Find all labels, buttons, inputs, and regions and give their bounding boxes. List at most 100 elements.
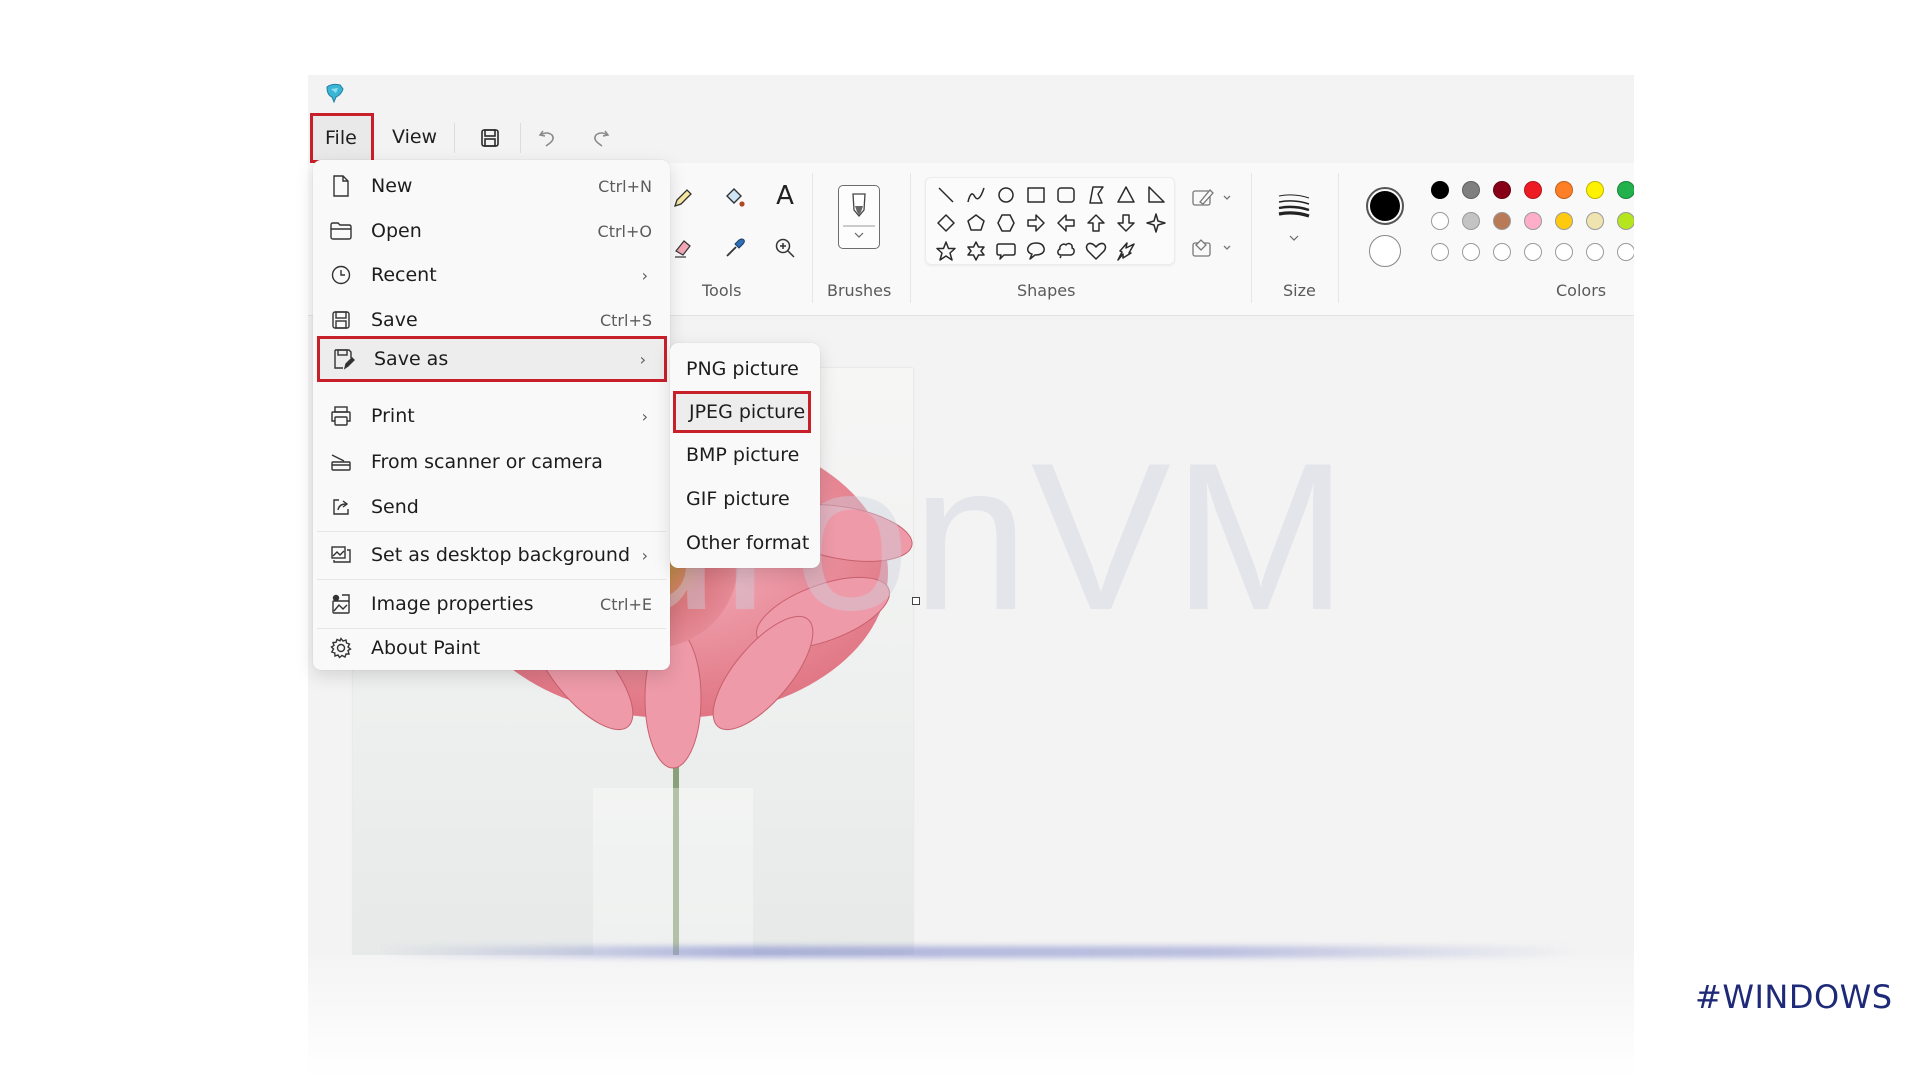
four-point-star-shape-icon[interactable] xyxy=(1144,211,1168,235)
menu-item-label: Image properties xyxy=(371,593,534,615)
eraser-icon[interactable] xyxy=(668,233,698,263)
file-menu-button[interactable]: File xyxy=(310,113,374,163)
color-swatch[interactable] xyxy=(1586,212,1604,230)
color-swatch[interactable] xyxy=(1431,181,1449,199)
size-dropdown-chevron-icon[interactable] xyxy=(1279,223,1309,253)
polygon-shape-icon[interactable] xyxy=(1084,183,1108,207)
rectangle-shape-icon[interactable] xyxy=(1024,183,1048,207)
right-arrow-shape-icon[interactable] xyxy=(1024,211,1048,235)
brushes-button[interactable] xyxy=(838,185,880,249)
brushes-group-label: Brushes xyxy=(827,281,892,300)
text-icon[interactable]: A xyxy=(770,181,800,211)
color-swatch[interactable] xyxy=(1617,243,1634,261)
save-icon[interactable] xyxy=(474,122,506,154)
color-swatch[interactable] xyxy=(1462,181,1480,199)
lightning-shape-icon[interactable] xyxy=(1114,239,1138,263)
rounded-rectangle-shape-icon[interactable] xyxy=(1054,183,1078,207)
fill-shape-icon[interactable] xyxy=(1190,233,1234,263)
secondary-color-button[interactable] xyxy=(1369,235,1401,267)
cloud-callout-shape-icon[interactable] xyxy=(1054,239,1078,263)
share-icon xyxy=(329,495,353,519)
redo-icon[interactable] xyxy=(584,122,616,154)
heart-shape-icon[interactable] xyxy=(1084,239,1108,263)
color-swatch[interactable] xyxy=(1524,212,1542,230)
menu-item-send[interactable]: Send xyxy=(317,487,666,527)
color-swatch[interactable] xyxy=(1586,181,1604,199)
menu-item-label: Recent xyxy=(371,264,437,286)
view-menu-button[interactable]: View xyxy=(380,115,449,159)
color-swatch[interactable] xyxy=(1555,212,1573,230)
group-divider xyxy=(1251,173,1252,303)
five-point-star-shape-icon[interactable] xyxy=(934,239,958,263)
menu-item-image-properties[interactable]: Image properties Ctrl+E xyxy=(317,584,666,624)
line-shape-icon[interactable] xyxy=(934,183,958,207)
size-icon[interactable] xyxy=(1274,191,1314,221)
fill-icon[interactable] xyxy=(720,183,750,213)
submenu-item-jpeg[interactable]: JPEG picture xyxy=(673,391,811,433)
menu-separator xyxy=(317,531,666,532)
color-swatch[interactable] xyxy=(1462,212,1480,230)
rounded-callout-shape-icon[interactable] xyxy=(994,239,1018,263)
submenu-item-other-format[interactable]: Other format xyxy=(686,523,809,563)
color-swatch[interactable] xyxy=(1586,243,1604,261)
submenu-item-gif[interactable]: GIF picture xyxy=(686,479,790,519)
up-arrow-shape-icon[interactable] xyxy=(1084,211,1108,235)
file-menu-label: File xyxy=(325,127,357,149)
magnifier-icon[interactable] xyxy=(770,233,800,263)
color-swatch[interactable] xyxy=(1555,243,1573,261)
oval-shape-icon[interactable] xyxy=(994,183,1018,207)
color-swatch[interactable] xyxy=(1431,212,1449,230)
oval-callout-shape-icon[interactable] xyxy=(1024,239,1048,263)
color-swatch[interactable] xyxy=(1493,181,1511,199)
group-divider xyxy=(812,173,813,303)
undo-icon[interactable] xyxy=(532,122,564,154)
pencil-icon[interactable] xyxy=(668,183,698,213)
menu-item-save[interactable]: Save Ctrl+S xyxy=(317,300,666,340)
curve-shape-icon[interactable] xyxy=(964,183,988,207)
hexagon-shape-icon[interactable] xyxy=(994,211,1018,235)
color-swatch[interactable] xyxy=(1493,243,1511,261)
color-swatch[interactable] xyxy=(1617,212,1634,230)
color-swatch[interactable] xyxy=(1555,181,1573,199)
color-swatch[interactable] xyxy=(1462,243,1480,261)
pentagon-shape-icon[interactable] xyxy=(964,211,988,235)
save-as-submenu: PNG picture JPEG picture BMP picture GIF… xyxy=(670,343,820,568)
menu-item-label: Open xyxy=(371,220,422,242)
menu-item-recent[interactable]: Recent › xyxy=(317,255,666,295)
group-divider xyxy=(1338,173,1339,303)
menu-item-print[interactable]: Print › xyxy=(317,396,666,436)
file-menu: New Ctrl+N Open Ctrl+O Recent › Save Ctr… xyxy=(313,160,670,670)
desktop-background-icon xyxy=(329,543,353,567)
color-picker-icon[interactable] xyxy=(720,233,750,263)
chevron-right-icon: › xyxy=(641,406,648,426)
printer-icon xyxy=(329,404,353,428)
menu-item-set-desktop-background[interactable]: Set as desktop background › xyxy=(317,535,666,575)
color-swatch[interactable] xyxy=(1431,243,1449,261)
menu-item-open[interactable]: Open Ctrl+O xyxy=(317,211,666,251)
canvas-resize-handle[interactable] xyxy=(912,597,920,605)
color-swatch[interactable] xyxy=(1617,181,1634,199)
left-arrow-shape-icon[interactable] xyxy=(1054,211,1078,235)
six-point-star-shape-icon[interactable] xyxy=(964,239,988,263)
submenu-item-bmp[interactable]: BMP picture xyxy=(686,435,799,475)
menu-item-shortcut: Ctrl+O xyxy=(597,221,652,241)
down-arrow-shape-icon[interactable] xyxy=(1114,211,1138,235)
color-swatch[interactable] xyxy=(1524,243,1542,261)
diamond-shape-icon[interactable] xyxy=(934,211,958,235)
submenu-item-png[interactable]: PNG picture xyxy=(686,349,799,389)
right-triangle-shape-icon[interactable] xyxy=(1144,183,1168,207)
color-swatch[interactable] xyxy=(1524,181,1542,199)
shapes-group-label: Shapes xyxy=(1017,281,1076,300)
triangle-shape-icon[interactable] xyxy=(1114,183,1138,207)
color-swatch[interactable] xyxy=(1493,212,1511,230)
menu-item-about-paint[interactable]: About Paint xyxy=(317,628,666,668)
primary-color-button[interactable] xyxy=(1366,187,1404,225)
menu-separator xyxy=(317,579,666,580)
menu-item-from-scanner[interactable]: From scanner or camera xyxy=(317,442,666,482)
window-reflection xyxy=(308,955,1634,1080)
group-divider xyxy=(910,173,911,303)
menu-item-save-as[interactable]: Save as › xyxy=(317,336,667,382)
menu-item-new[interactable]: New Ctrl+N xyxy=(317,166,666,206)
outline-icon[interactable] xyxy=(1190,183,1234,213)
menu-item-label: New xyxy=(371,175,413,197)
